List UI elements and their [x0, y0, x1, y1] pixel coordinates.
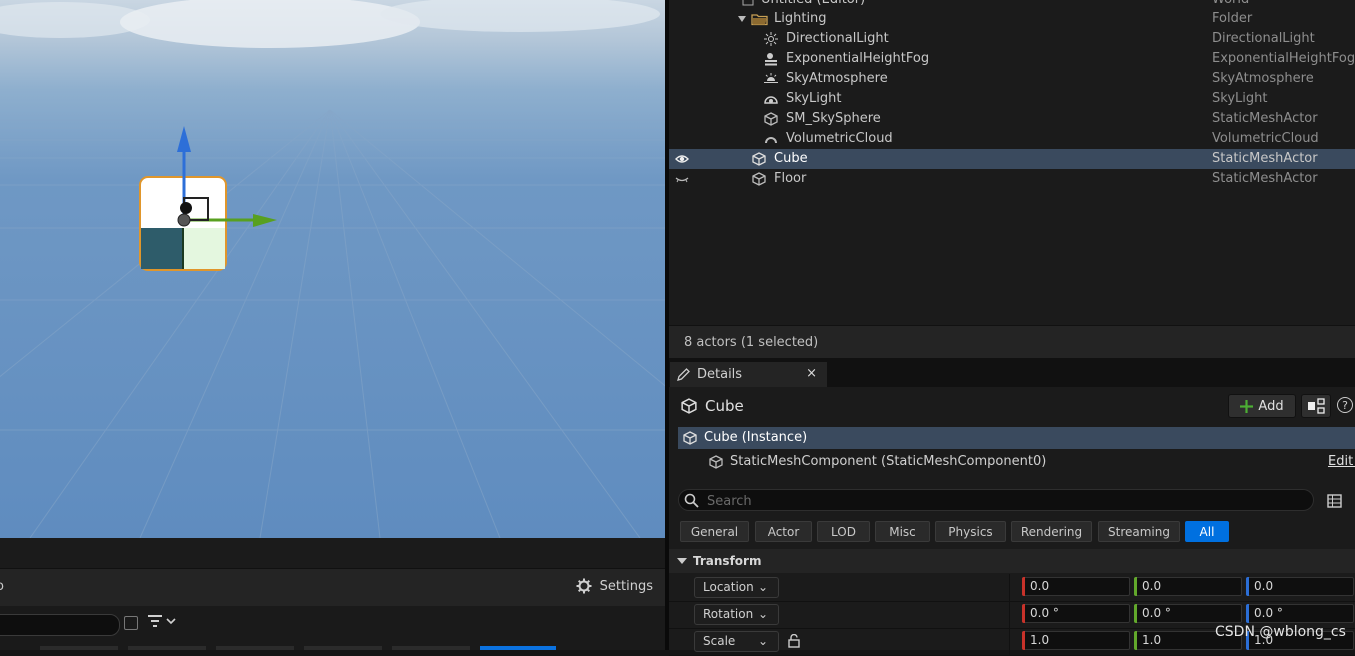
blueprint-icon — [1308, 398, 1325, 414]
static-mesh-icon — [683, 431, 697, 445]
transform-section-header[interactable]: Transform — [669, 549, 1355, 573]
filter-tab-streaming[interactable]: Streaming — [1098, 521, 1180, 542]
details-search[interactable] — [678, 489, 1314, 511]
scale-x-field[interactable]: 1.0 — [1022, 631, 1130, 650]
location-z-field[interactable]: 0.0 — [1246, 577, 1354, 596]
outliner-row-directional-light[interactable]: DirectionalLight DirectionalLight — [669, 29, 1355, 49]
chevron-down-icon: ⌄ — [757, 634, 768, 648]
lock-open-icon[interactable] — [788, 634, 800, 648]
cube-with-gizmo[interactable] — [120, 120, 290, 280]
component-row-static-mesh[interactable]: StaticMeshComponent (StaticMeshComponent… — [678, 451, 1355, 473]
actor-count: 8 actors (1 selected) — [684, 335, 819, 350]
static-mesh-icon — [752, 152, 766, 166]
folder-icon — [751, 14, 768, 26]
filter-tab-misc[interactable]: Misc — [875, 521, 930, 542]
component-label: Cube (Instance) — [704, 430, 808, 445]
plus-icon — [1240, 399, 1254, 413]
tab-details[interactable]: Details × — [670, 362, 827, 387]
watermark: CSDN @wblong_cs — [1215, 624, 1346, 640]
property-matrix-icon[interactable] — [1327, 494, 1342, 508]
world-outliner: Untitled (Editor) World Lighting Folder … — [669, 0, 1355, 325]
level-viewport[interactable] — [0, 0, 665, 538]
edit-in-blueprint-link[interactable]: Edit i — [1328, 451, 1355, 473]
tab-details-label: Details — [697, 367, 743, 382]
property-row-location: Location ⌄ 0.0 0.0 0.0 — [669, 574, 1355, 602]
content-search-input[interactable] — [0, 614, 120, 636]
filter-tab-physics[interactable]: Physics — [935, 521, 1006, 542]
add-component-button[interactable]: Add — [1228, 394, 1296, 418]
component-label: StaticMeshComponent (StaticMeshComponent… — [730, 454, 1047, 469]
eye-closed-icon[interactable] — [675, 172, 689, 186]
save-icon[interactable] — [124, 616, 138, 630]
actor-name: Cube — [705, 397, 744, 415]
chevron-down-icon — [166, 618, 176, 625]
close-icon[interactable]: × — [806, 366, 817, 381]
filter-icon — [148, 615, 162, 627]
eye-icon[interactable] — [675, 152, 689, 166]
filter-tab-general[interactable]: General — [680, 521, 749, 542]
viewport-footer — [0, 538, 665, 568]
static-mesh-icon — [752, 172, 766, 186]
static-mesh-icon — [709, 455, 723, 469]
help-icon[interactable]: ? — [1337, 397, 1353, 413]
sky-atmosphere-icon — [764, 73, 778, 83]
section-title: Transform — [693, 554, 762, 568]
filter-tab-rendering[interactable]: Rendering — [1011, 521, 1092, 542]
sky-light-icon — [764, 96, 778, 104]
chevron-down-icon: ⌄ — [757, 607, 768, 621]
chevron-down-icon[interactable] — [737, 12, 747, 26]
outliner-row-sm-skysphere[interactable]: SM_SkySphere StaticMeshActor — [669, 109, 1355, 129]
search-icon — [684, 493, 699, 508]
content-browser-header: o Settings — [0, 568, 665, 607]
pencil-icon — [677, 368, 690, 381]
world-icon — [742, 0, 754, 6]
rotation-z-field[interactable]: 0.0 ° — [1246, 604, 1354, 623]
outliner-row-volumetric-cloud[interactable]: VolumetricCloud VolumetricCloud — [669, 129, 1355, 149]
outliner-row-lighting-folder[interactable]: Lighting Folder — [669, 9, 1355, 29]
outliner-row-cube[interactable]: Cube StaticMeshActor — [669, 149, 1355, 169]
location-x-field[interactable]: 0.0 — [1022, 577, 1130, 596]
rotation-y-field[interactable]: 0.0 ° — [1134, 604, 1242, 623]
selected-actor-header: Cube — [681, 397, 744, 415]
static-mesh-icon — [764, 112, 778, 126]
height-fog-icon — [765, 53, 777, 66]
outliner-status-bar: 8 actors (1 selected) — [669, 325, 1355, 359]
settings-label: Settings — [599, 578, 653, 594]
chevron-down-icon — [677, 558, 687, 564]
chevron-down-icon: ⌄ — [757, 580, 768, 594]
filter-tab-actor[interactable]: Actor — [755, 521, 812, 542]
gear-icon — [576, 578, 592, 594]
details-panel: Cube Add ? Cube (Instance) StaticMeshCom… — [669, 387, 1355, 656]
volumetric-cloud-icon — [765, 137, 777, 143]
outliner-row-height-fog[interactable]: ExponentialHeightFog ExponentialHeightFo… — [669, 49, 1355, 69]
location-mode-dropdown[interactable]: Location ⌄ — [694, 577, 779, 598]
outliner-row-floor[interactable]: Floor StaticMeshActor — [669, 169, 1355, 189]
sky-clouds — [0, 0, 660, 48]
asset-thumbnail-strip — [0, 646, 665, 650]
location-y-field[interactable]: 0.0 — [1134, 577, 1242, 596]
static-mesh-icon — [681, 398, 697, 414]
content-browser-title: o — [0, 579, 4, 594]
search-input[interactable] — [705, 491, 1309, 511]
content-browser-toolbar — [0, 606, 665, 650]
settings-button[interactable]: Settings — [576, 578, 653, 594]
outliner-row-sky-atmosphere[interactable]: SkyAtmosphere SkyAtmosphere — [669, 69, 1355, 89]
blueprint-button[interactable] — [1301, 394, 1331, 418]
directional-light-icon — [764, 32, 778, 46]
scale-mode-dropdown[interactable]: Scale ⌄ — [694, 631, 779, 652]
outliner-row-sky-light[interactable]: SkyLight SkyLight — [669, 89, 1355, 109]
details-tab-bar: Details × — [669, 358, 1355, 387]
rotation-x-field[interactable]: 0.0 ° — [1022, 604, 1130, 623]
filter-tab-all[interactable]: All — [1185, 521, 1229, 542]
floor-grid — [0, 109, 665, 538]
component-row-instance[interactable]: Cube (Instance) — [678, 427, 1355, 449]
filter-button[interactable] — [148, 615, 176, 627]
rotation-mode-dropdown[interactable]: Rotation ⌄ — [694, 604, 779, 625]
add-label: Add — [1258, 398, 1284, 414]
filter-tab-lod[interactable]: LOD — [817, 521, 870, 542]
